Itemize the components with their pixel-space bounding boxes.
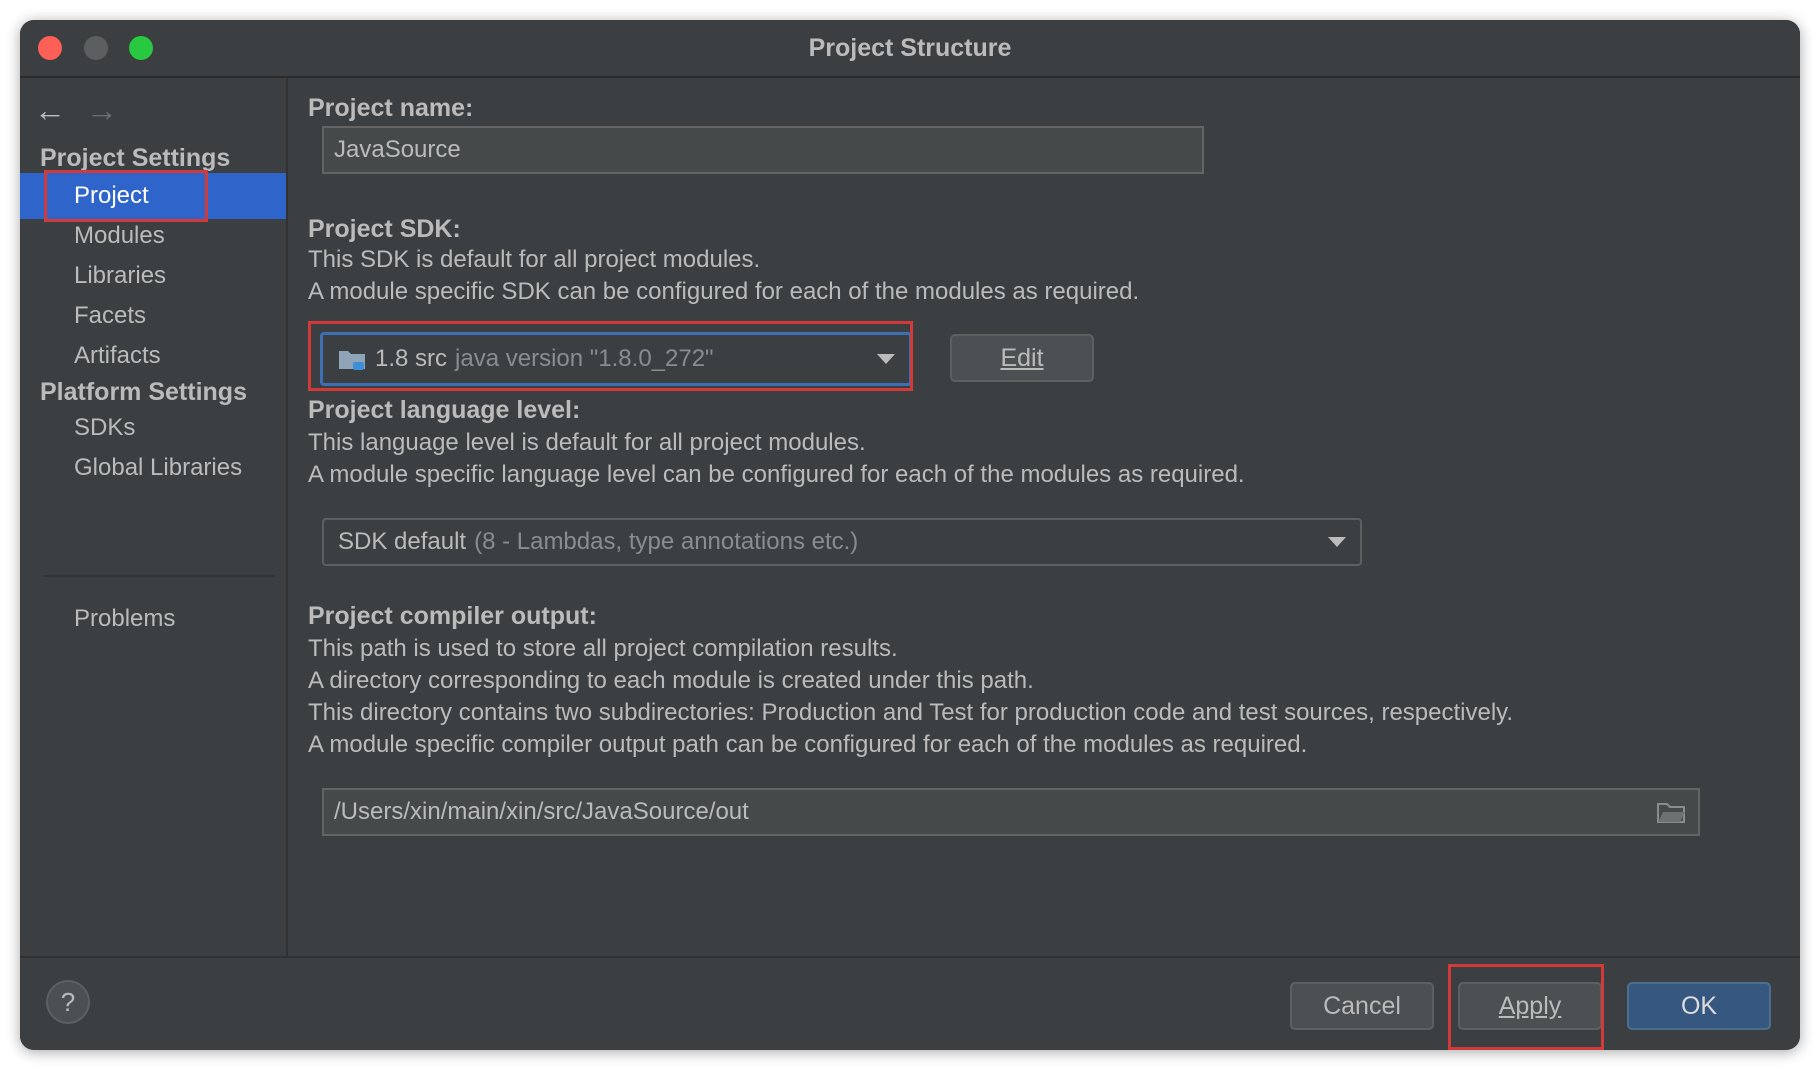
language-level-detail: (8 - Lambdas, type annotations etc.) <box>474 528 859 555</box>
sidebar-divider <box>44 575 274 577</box>
sidebar-item-artifacts[interactable]: Artifacts <box>20 333 286 379</box>
language-level-label: Project language level: <box>308 396 581 424</box>
project-sdk-desc-2: A module specific SDK can be configured … <box>308 278 1140 305</box>
language-level-desc-1: This language level is default for all p… <box>308 429 866 456</box>
compiler-output-desc-1: This path is used to store all project c… <box>308 635 898 662</box>
project-sdk-label: Project SDK: <box>308 215 461 243</box>
project-name-label: Project name: <box>308 94 474 122</box>
ok-button[interactable]: OK <box>1627 982 1771 1030</box>
language-level-desc-2: A module specific language level can be … <box>308 461 1245 488</box>
folder-browse-icon[interactable] <box>1656 800 1686 831</box>
help-button[interactable]: ? <box>46 980 90 1024</box>
sidebar-item-problems[interactable]: Problems <box>20 596 286 642</box>
apply-highlight-box <box>1448 964 1604 1050</box>
compiler-output-desc-2: A directory corresponding to each module… <box>308 667 1034 694</box>
compiler-output-label: Project compiler output: <box>308 602 597 630</box>
edit-sdk-button[interactable]: Edit <box>950 334 1094 382</box>
platform-settings-heading: Platform Settings <box>40 378 247 406</box>
compiler-output-path-field[interactable]: /Users/xin/main/xin/src/JavaSource/out <box>322 788 1700 836</box>
language-level-selected: SDK default <box>338 528 467 555</box>
compiler-output-desc-3: This directory contains two subdirectori… <box>308 699 1514 726</box>
cancel-button[interactable]: Cancel <box>1290 982 1434 1030</box>
project-settings-heading: Project Settings <box>40 144 231 172</box>
compiler-output-path: /Users/xin/main/xin/src/JavaSource/out <box>334 798 749 825</box>
project-name-field[interactable]: JavaSource <box>322 126 1204 174</box>
compiler-output-desc-4: A module specific compiler output path c… <box>308 731 1308 758</box>
edit-button-label: Edit <box>1000 343 1044 372</box>
forward-arrow-icon[interactable]: → <box>86 94 118 126</box>
sidebar-item-global-libraries[interactable]: Global Libraries <box>20 445 286 491</box>
window-title: Project Structure <box>808 34 1012 62</box>
sidebar: ← → Project Settings Project Modules Lib… <box>20 78 288 958</box>
sdk-highlight-box <box>308 321 913 391</box>
project-sdk-desc-1: This SDK is default for all project modu… <box>308 246 761 273</box>
back-arrow-icon[interactable]: ← <box>34 94 66 126</box>
dialog-footer: ? Cancel Apply OK <box>20 956 1800 1050</box>
chevron-down-icon <box>1328 537 1346 547</box>
project-settings-panel: Project name: JavaSource Project SDK: Th… <box>288 78 1800 958</box>
language-level-dropdown[interactable]: SDK default (8 - Lambdas, type annotatio… <box>322 518 1362 566</box>
project-structure-window: Project Structure ← → Project Settings P… <box>20 20 1800 1050</box>
title-bar: Project Structure <box>20 20 1800 78</box>
project-highlight-box <box>44 170 208 222</box>
